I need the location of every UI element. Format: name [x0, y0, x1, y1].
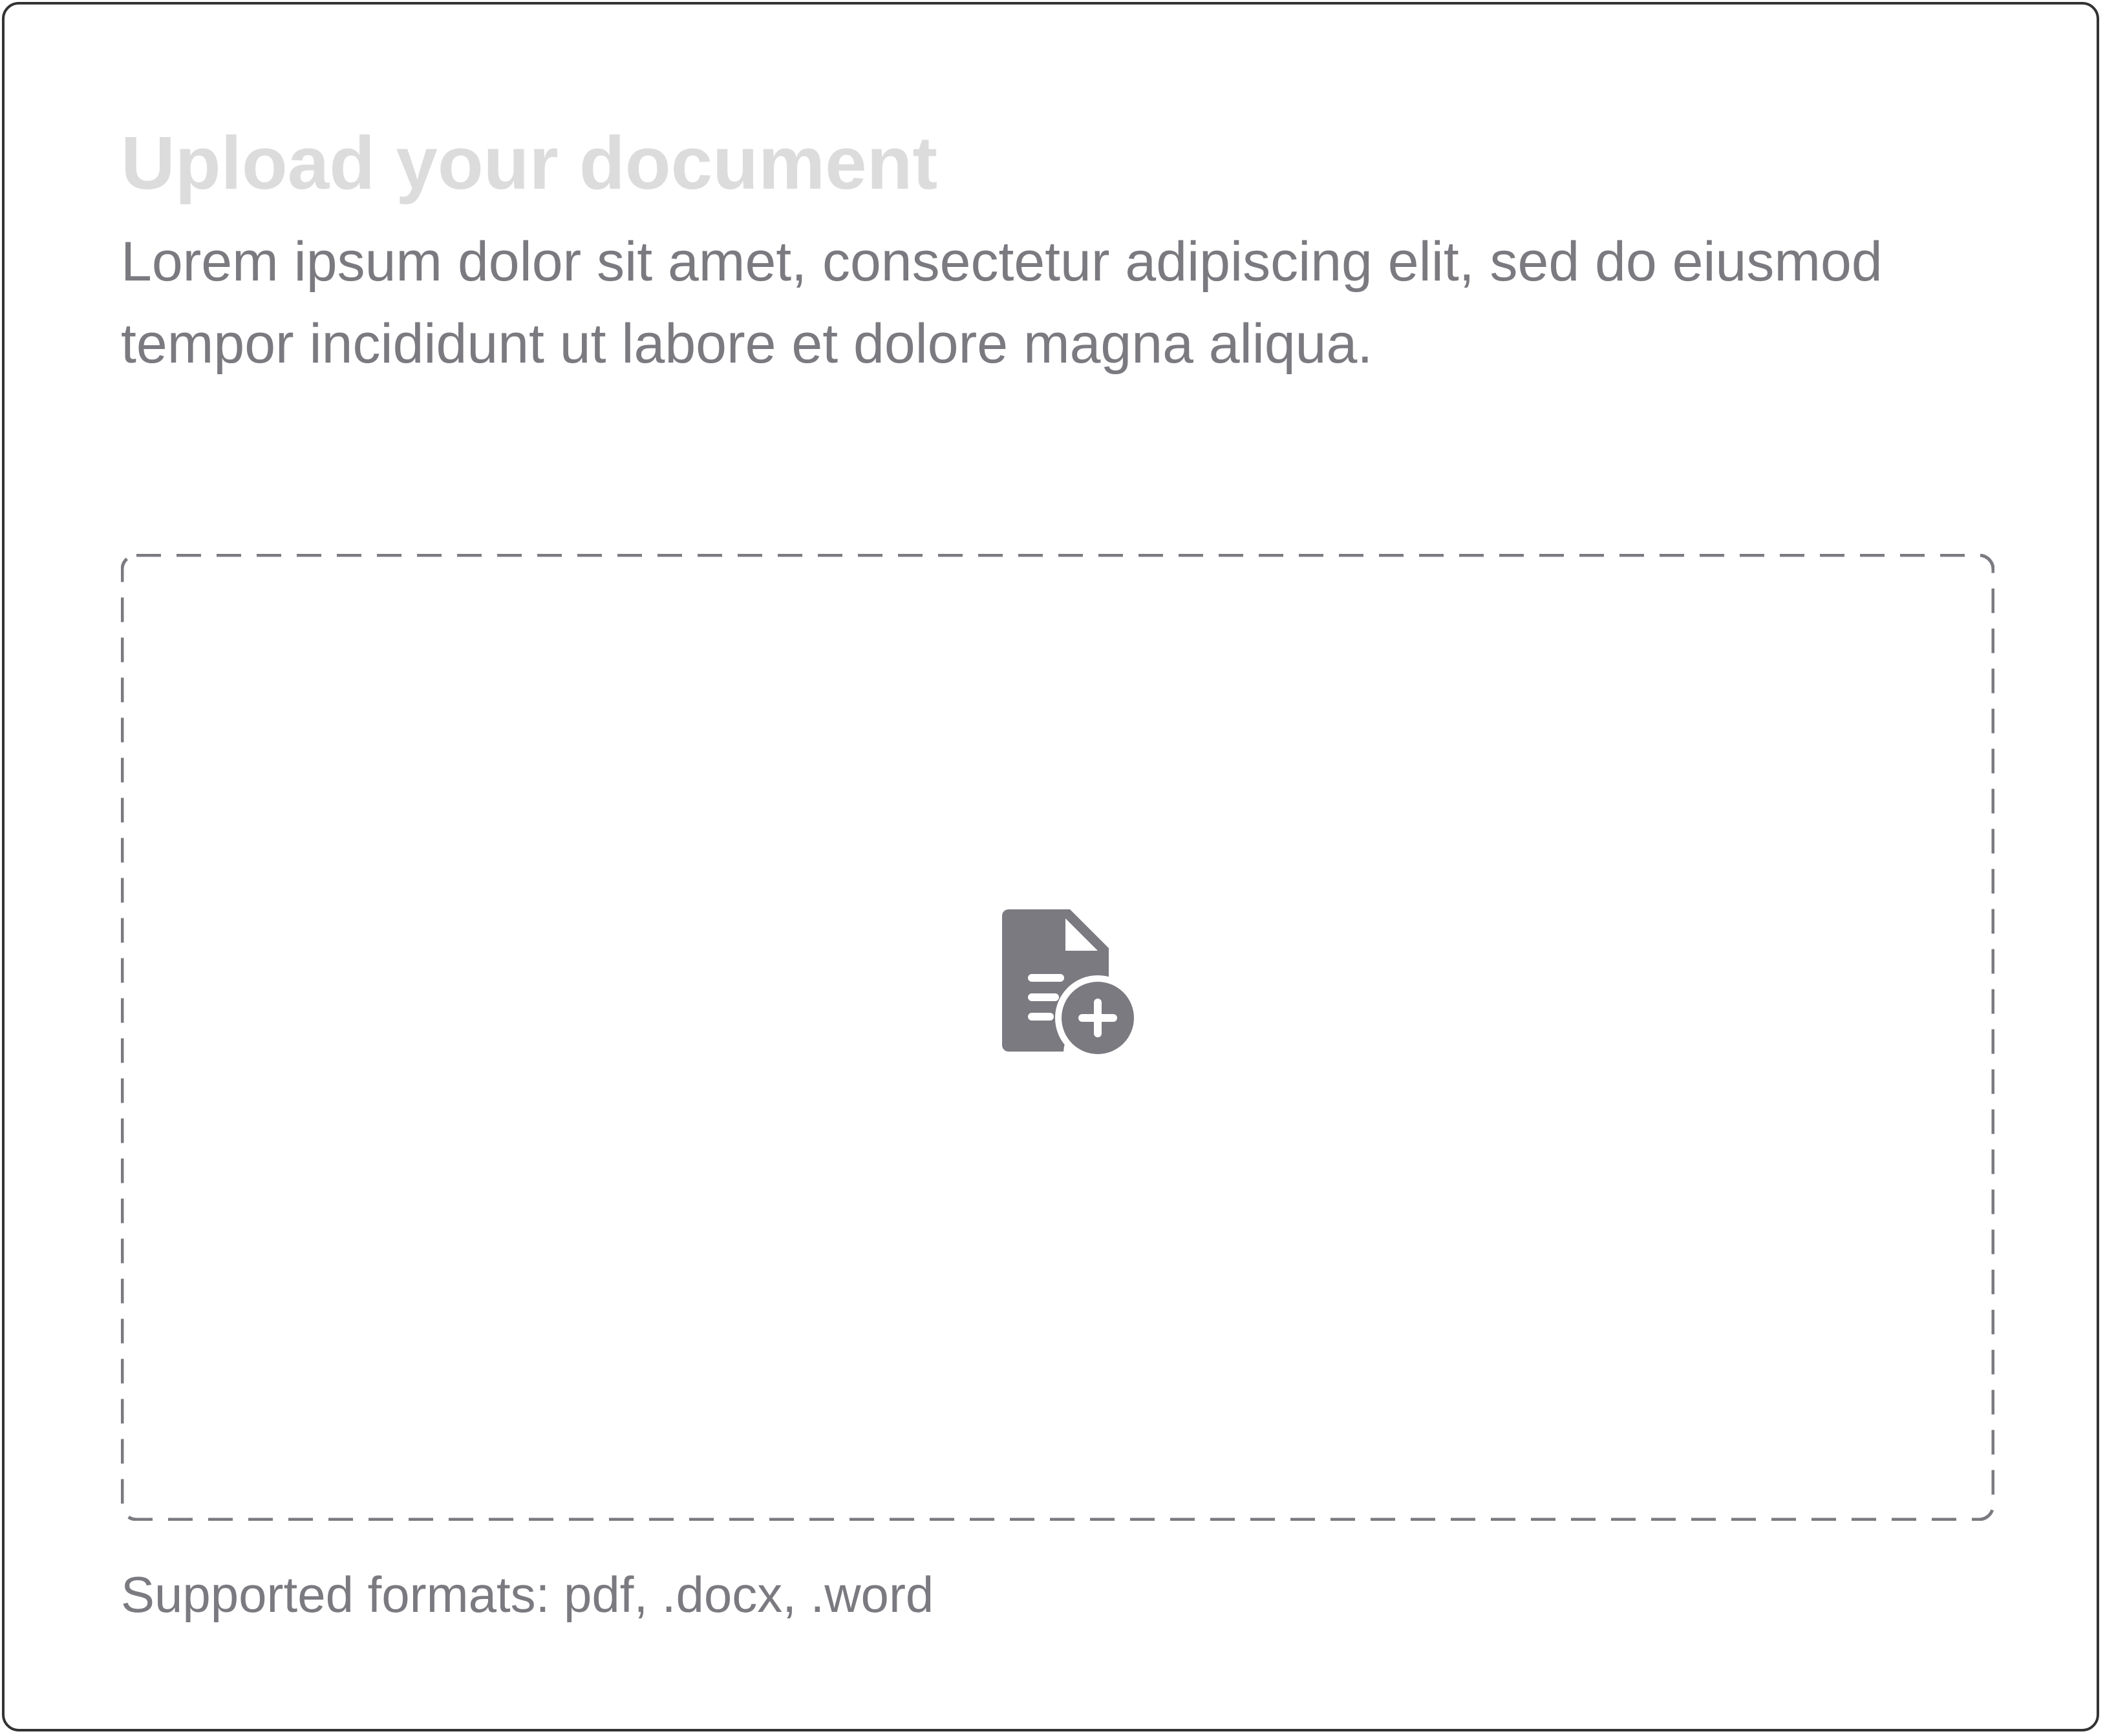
supported-formats-text: Supported formats: pdf, .docx, .word — [121, 1566, 934, 1623]
file-dropzone[interactable] — [121, 554, 1994, 1521]
upload-title: Upload your document — [121, 121, 938, 205]
file-add-icon — [1002, 909, 1140, 1061]
upload-description: Lorem ipsum dolor sit amet, consectetur … — [121, 231, 1883, 375]
upload-card: Upload your document Lorem ipsum dolor s… — [2, 2, 2099, 1731]
